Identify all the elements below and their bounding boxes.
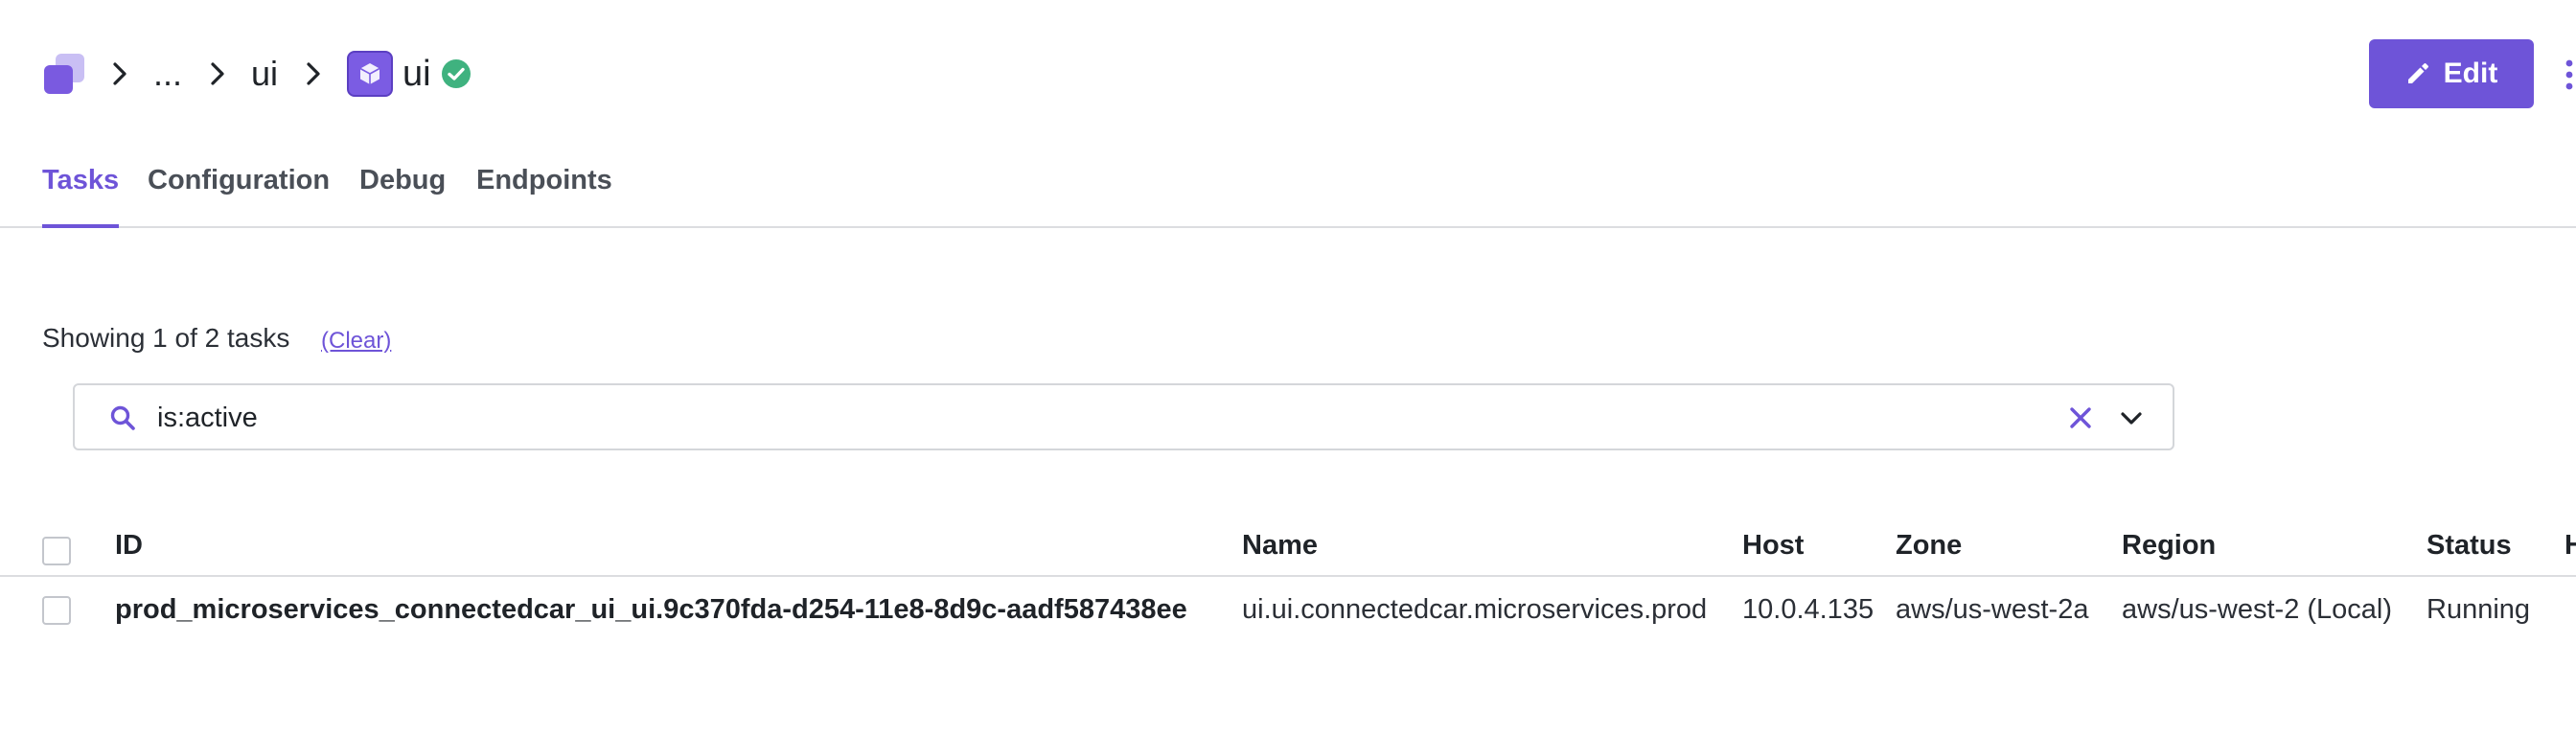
tab-endpoints[interactable]: Endpoints	[476, 165, 612, 226]
select-all-checkbox[interactable]	[42, 537, 71, 565]
column-header-region[interactable]: Region	[2122, 530, 2216, 562]
edit-button-label: Edit	[2443, 58, 2498, 89]
breadcrumb: ... ui ui	[42, 48, 472, 100]
pencil-icon	[2407, 63, 2428, 83]
column-header-id[interactable]: ID	[115, 530, 143, 562]
column-header-host[interactable]: Host	[1742, 530, 1804, 562]
service-cube-icon	[347, 51, 394, 97]
clear-filter-link[interactable]: (Clear)	[321, 328, 391, 355]
kebab-menu-icon[interactable]	[2563, 58, 2576, 92]
close-icon[interactable]	[2068, 405, 2093, 430]
page-title: ui	[402, 54, 431, 94]
tab-debug[interactable]: Debug	[359, 165, 446, 226]
task-name: ui.ui.connectedcar.microservices.prod	[1242, 594, 1708, 625]
search-icon	[109, 404, 136, 431]
edit-button[interactable]: Edit	[2369, 39, 2534, 108]
app-logo-icon[interactable]	[42, 52, 86, 96]
table-header: ID Name Host Zone Region Status H	[0, 518, 2576, 577]
task-zone: aws/us-west-2a	[1896, 594, 2089, 625]
page-header: ... ui ui Edit	[0, 0, 2576, 144]
chevron-right-icon	[107, 61, 132, 86]
chevron-right-icon	[205, 61, 230, 86]
filter-summary: Showing 1 of 2 tasks	[42, 323, 290, 353]
table-row[interactable]: prod_microservices_connectedcar_ui_ui.9c…	[0, 577, 2576, 638]
column-header-zone[interactable]: Zone	[1896, 530, 1962, 562]
chevron-right-icon	[301, 61, 326, 86]
breadcrumb-ellipsis[interactable]: ...	[153, 57, 182, 91]
row-checkbox[interactable]	[42, 596, 71, 625]
tab-configuration[interactable]: Configuration	[148, 165, 330, 226]
task-host: 10.0.4.135	[1742, 594, 1874, 625]
task-status: Running	[2426, 594, 2531, 625]
tab-bar: Tasks Configuration Debug Endpoints	[0, 153, 2576, 228]
column-header-truncated[interactable]: H	[2564, 530, 2576, 562]
check-circle-icon	[441, 58, 472, 89]
search-field[interactable]	[73, 383, 2174, 450]
column-header-status[interactable]: Status	[2426, 530, 2512, 562]
column-header-name[interactable]: Name	[1242, 530, 1318, 562]
breadcrumb-parent[interactable]: ui	[251, 57, 278, 91]
task-id-link[interactable]: prod_microservices_connectedcar_ui_ui.9c…	[115, 594, 1187, 626]
search-input[interactable]	[155, 393, 1980, 443]
tab-tasks[interactable]: Tasks	[42, 165, 120, 228]
task-region: aws/us-west-2 (Local)	[2122, 594, 2393, 625]
chevron-down-icon[interactable]	[2119, 406, 2144, 431]
